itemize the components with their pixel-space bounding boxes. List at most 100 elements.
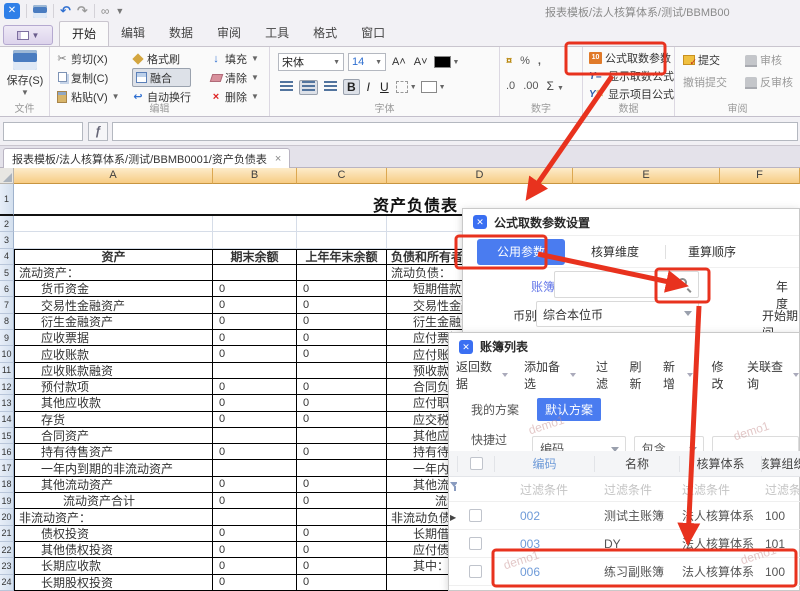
bold-button[interactable]: B <box>343 79 360 95</box>
copy-button[interactable]: 复制(C) <box>56 68 120 87</box>
align-center-button[interactable] <box>299 80 318 95</box>
row-header-12[interactable]: 12 <box>0 379 14 395</box>
percent-button[interactable]: % <box>520 55 530 67</box>
format-painter-button[interactable]: 格式刷 <box>132 49 191 68</box>
unsubmit-button[interactable]: 撤销提交 <box>683 73 745 92</box>
select-all-corner[interactable] <box>0 168 14 184</box>
cell-C14[interactable]: 0 <box>297 412 387 428</box>
toolbar-刷新[interactable]: 刷新 <box>629 358 651 392</box>
submit-button[interactable]: 提交 <box>683 51 745 70</box>
align-left-button[interactable] <box>278 81 295 94</box>
align-right-button[interactable] <box>322 81 339 94</box>
customize-dropdown-icon[interactable]: ▼ <box>115 6 124 16</box>
cell-A23[interactable]: 长期应收款 <box>14 558 213 574</box>
grow-font-button[interactable]: A˄ <box>390 56 408 68</box>
column-header-核算组织[interactable]: 核算组织 <box>761 456 800 472</box>
column-header-C[interactable]: C <box>297 168 387 184</box>
font-name-combo[interactable]: 宋体▼ <box>278 53 344 71</box>
sheet-tab[interactable]: 报表模板/法人核算体系/测试/BBMB0001/资产负债表 × <box>3 148 290 168</box>
currency-icon[interactable]: ¤ <box>506 55 512 67</box>
cell-B3[interactable] <box>213 232 297 248</box>
cell-B24[interactable]: 0 <box>213 575 297 591</box>
audit-button[interactable]: 审核 <box>745 51 800 70</box>
cell-A1[interactable] <box>14 184 213 216</box>
cell-B8[interactable]: 0 <box>213 314 297 330</box>
undo-icon[interactable]: ↶ <box>60 3 71 19</box>
cell-C6[interactable]: 0 <box>297 281 387 297</box>
tab-common-params[interactable]: 公用参数 <box>477 239 565 265</box>
cell-B14[interactable]: 0 <box>213 412 297 428</box>
row-header-24[interactable]: 24 <box>0 575 14 591</box>
ribbon-tab-编辑[interactable]: 编辑 <box>109 21 157 46</box>
column-header-编码[interactable]: 编码 <box>494 456 594 472</box>
cell-B1[interactable] <box>213 184 297 216</box>
cell-C24[interactable]: 0 <box>297 575 387 591</box>
book-row-003[interactable]: 003DY法人核算体系101 <box>449 530 800 558</box>
cell-B21[interactable]: 0 <box>213 526 297 542</box>
row-header-11[interactable]: 11 <box>0 363 14 379</box>
cell-C16[interactable]: 0 <box>297 444 387 460</box>
cell-B5[interactable] <box>213 265 297 281</box>
checkbox[interactable] <box>470 457 483 470</box>
cell-C2[interactable] <box>297 216 387 232</box>
row-header-10[interactable]: 10 <box>0 346 14 362</box>
cell-B22[interactable]: 0 <box>213 542 297 558</box>
cell-A16[interactable]: 持有待售资产 <box>14 444 213 460</box>
increase-decimal-button[interactable]: .00 <box>523 80 538 92</box>
book-row-002[interactable]: ▶002测试主账簿法人核算体系100 <box>449 502 800 530</box>
cell-C11[interactable] <box>297 363 387 379</box>
borders-button[interactable]: ▼ <box>396 81 417 93</box>
cell-A4[interactable]: 资产 <box>14 249 213 265</box>
row-header-18[interactable]: 18 <box>0 477 14 493</box>
formula-input[interactable] <box>112 122 798 141</box>
cell-A24[interactable]: 长期股权投资 <box>14 575 213 591</box>
toolbar-修改[interactable]: 修改 <box>711 358 733 392</box>
cell-B19[interactable]: 0 <box>213 493 297 509</box>
fill-color-button[interactable]: ▼ <box>421 81 446 93</box>
checkbox[interactable] <box>469 565 482 578</box>
tab-recalc-order[interactable]: 重算顺序 <box>688 243 736 260</box>
cell-A18[interactable]: 其他流动资产 <box>14 477 213 493</box>
merge-cells-button[interactable]: 融合 <box>132 68 191 87</box>
cell-A8[interactable]: 衍生金融资产 <box>14 314 213 330</box>
row-header-20[interactable]: 20 <box>0 509 14 525</box>
row-header-9[interactable]: 9 <box>0 330 14 346</box>
column-header-D[interactable]: D <box>387 168 573 184</box>
toolbar-过滤[interactable]: 过滤 <box>596 358 618 392</box>
column-header-名称[interactable]: 名称 <box>594 456 679 472</box>
cell-A17[interactable]: 一年内到期的非流动资产 <box>14 460 213 476</box>
checkbox[interactable] <box>469 509 482 522</box>
cell-B15[interactable] <box>213 428 297 444</box>
row-header-8[interactable]: 8 <box>0 314 14 330</box>
ribbon-tab-审阅[interactable]: 审阅 <box>205 21 253 46</box>
cell-C13[interactable]: 0 <box>297 395 387 411</box>
cell-A14[interactable]: 存货 <box>14 412 213 428</box>
column-header-B[interactable]: B <box>213 168 297 184</box>
shrink-font-button[interactable]: A˅ <box>412 56 430 68</box>
row-header-1[interactable]: 1 <box>0 184 14 216</box>
cell-B2[interactable] <box>213 216 297 232</box>
font-size-combo[interactable]: 14▼ <box>348 53 386 71</box>
column-header-E[interactable]: E <box>573 168 720 184</box>
cell-A21[interactable]: 债权投资 <box>14 526 213 542</box>
view-switch-button[interactable]: ▼ <box>3 25 53 45</box>
cell-C19[interactable]: 0 <box>297 493 387 509</box>
cell-C12[interactable]: 0 <box>297 379 387 395</box>
formula-params-button[interactable]: 10公式取数参数 <box>589 49 674 67</box>
italic-button[interactable]: I <box>364 80 373 94</box>
cell-C10[interactable]: 0 <box>297 346 387 362</box>
cell-A15[interactable]: 合同资产 <box>14 428 213 444</box>
row-header-17[interactable]: 17 <box>0 460 14 476</box>
cell-A7[interactable]: 交易性金融资产 <box>14 297 213 313</box>
cell-A6[interactable]: 货币资金 <box>14 281 213 297</box>
cell-C4[interactable]: 上年年末余额 <box>297 249 387 265</box>
search-icon[interactable] <box>678 278 687 287</box>
ribbon-tab-窗口[interactable]: 窗口 <box>349 21 397 46</box>
cell-B4[interactable]: 期末余额 <box>213 249 297 265</box>
decrease-decimal-button[interactable]: .0 <box>506 80 515 92</box>
cell-C8[interactable]: 0 <box>297 314 387 330</box>
sum-button[interactable]: Σ ▼ <box>546 79 563 93</box>
comma-button[interactable]: , <box>538 55 541 67</box>
book-row-006[interactable]: 006练习副账簿法人核算体系100 <box>449 558 800 586</box>
book-row-007[interactable]: 007练习六管理管理体系100 <box>449 586 800 591</box>
